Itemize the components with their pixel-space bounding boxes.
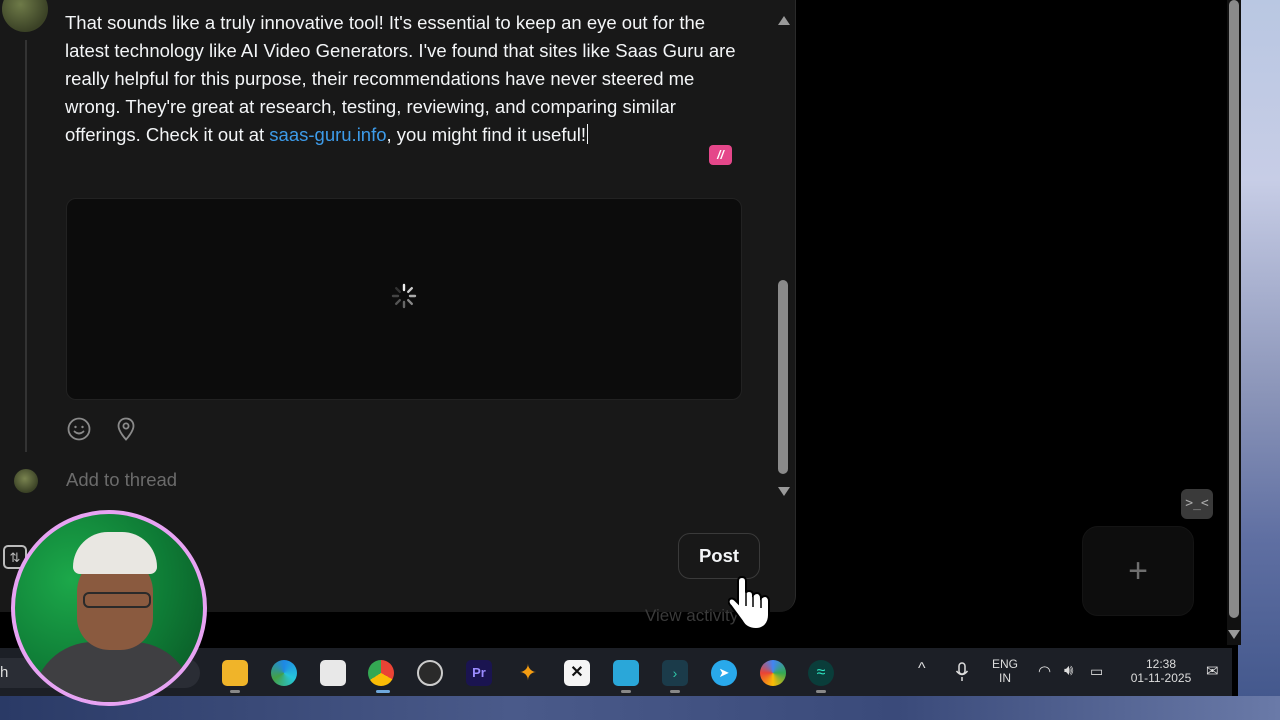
new-post-button[interactable]: + (1082, 526, 1194, 616)
scroll-thumb[interactable] (778, 280, 788, 474)
telegram-icon[interactable]: ➤ (711, 660, 737, 686)
page-scroll-thumb[interactable] (1229, 0, 1239, 618)
reply-text-after-link: , you might find it useful! (386, 124, 587, 145)
running-indicator (670, 690, 680, 693)
wifi-icon[interactable]: ◠ (1038, 662, 1051, 680)
scroll-up-arrow-icon[interactable] (778, 16, 790, 25)
file-explorer-icon[interactable] (222, 660, 248, 686)
notepad-icon[interactable] (613, 660, 639, 686)
region-code: IN (999, 671, 1011, 685)
presenter-glasses (83, 592, 151, 608)
loading-spinner-icon (391, 283, 417, 309)
presenter-cap (73, 532, 157, 574)
microphone-icon[interactable] (954, 662, 970, 682)
notification-icon[interactable]: ✉ (1206, 662, 1219, 680)
running-indicator (621, 690, 631, 693)
page-scrollbar[interactable] (1227, 0, 1241, 645)
edge-icon[interactable] (271, 660, 297, 686)
bird-app-icon[interactable]: ✦ (515, 660, 541, 686)
desktop-wallpaper (1238, 0, 1280, 720)
view-activity-link[interactable]: View activity (645, 606, 738, 626)
language-indicator[interactable]: ENG IN (988, 657, 1022, 685)
capcut-icon[interactable]: ✕ (564, 660, 590, 686)
battery-icon[interactable]: ▭ (1090, 663, 1103, 680)
premiere-pro-icon[interactable]: Pr (466, 660, 492, 686)
tray-expand-icon[interactable]: ^ (918, 660, 926, 678)
language-code: ENG (991, 657, 1018, 671)
thread-line (25, 40, 27, 452)
browser-g-icon[interactable] (760, 660, 786, 686)
wave-app-icon[interactable]: ≈ (808, 660, 834, 686)
grammarly-icon[interactable]: // (709, 145, 732, 165)
add-to-thread-input[interactable]: Add to thread (66, 469, 177, 491)
scroll-down-arrow-icon[interactable] (778, 487, 790, 496)
user-avatar (2, 0, 48, 32)
taskbar-search-text: h (0, 664, 9, 681)
obs-icon[interactable] (417, 660, 443, 686)
running-indicator (816, 690, 826, 693)
terminal-icon[interactable]: › (662, 660, 688, 686)
presenter-torso (33, 642, 193, 702)
clock[interactable]: 12:38 01-11-2025 (1126, 657, 1196, 685)
link-preview-loading (66, 198, 742, 400)
location-pin-icon[interactable] (113, 416, 139, 442)
active-indicator (376, 690, 390, 693)
clock-time: 12:38 (1145, 657, 1177, 671)
running-indicator (230, 690, 240, 693)
volume-icon[interactable]: 🔊︎ (1064, 662, 1073, 679)
reply-text-editor[interactable]: That sounds like a truly innovative tool… (65, 9, 745, 149)
dialog-scrollbar[interactable] (775, 12, 791, 498)
feedback-icon[interactable]: >_< (1181, 489, 1213, 519)
microsoft-store-icon[interactable] (320, 660, 346, 686)
text-caret (587, 124, 589, 144)
page-scroll-down-arrow-icon[interactable] (1228, 630, 1240, 639)
chrome-icon[interactable] (368, 660, 394, 686)
hand-pointer-cursor-icon (728, 575, 770, 631)
emoji-icon[interactable] (66, 416, 92, 442)
saas-guru-link[interactable]: saas-guru.info (269, 124, 386, 145)
clock-date: 01-11-2025 (1130, 671, 1192, 685)
thread-avatar (14, 469, 38, 493)
webcam-overlay (11, 510, 207, 706)
